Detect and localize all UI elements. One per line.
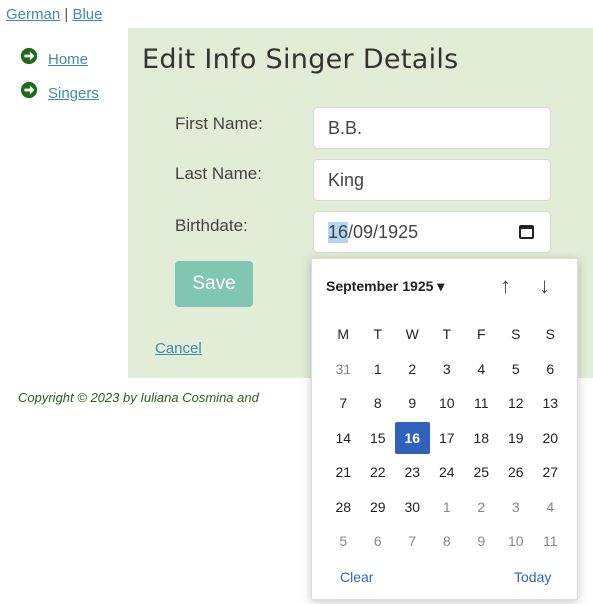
day-cell[interactable]: 11 [464, 395, 499, 411]
day-cell[interactable]: 13 [533, 395, 568, 411]
save-button[interactable]: Save [175, 261, 253, 307]
day-cell[interactable]: 8 [361, 395, 396, 411]
day-cell[interactable]: 4 [533, 499, 568, 515]
first-name-value: B.B. [328, 117, 363, 138]
day-cell[interactable]: 19 [499, 430, 534, 446]
footer-copyright: Copyright © 2023 by Iuliana Cosmina and [18, 390, 259, 405]
day-cell[interactable]: 20 [533, 430, 568, 446]
date-picker-popup: September 1925 ▾ ↑ ↓ M T W T F S S 31 1 2 3 4 5 6 7 8 9 1… [311, 258, 578, 600]
last-name-label: Last Name: [175, 164, 262, 183]
calendar-grid: M T W T F S S 31 1 2 3 4 5 6 7 8 9 10 11 12 13 14 15 16 17 18 19 20… [326, 317, 568, 559]
day-cell[interactable]: 2 [395, 361, 430, 377]
weekday-label: T [373, 326, 383, 343]
day-cell[interactable]: 3 [499, 499, 534, 515]
day-cell[interactable]: 2 [464, 499, 499, 515]
clear-button[interactable]: Clear [340, 569, 373, 585]
language-bar: German | Blue [6, 6, 102, 23]
sidebar-item-singers[interactable]: Singers [20, 76, 120, 110]
german-link[interactable]: German [6, 6, 60, 23]
week-row: 5 6 7 8 9 10 11 [326, 524, 568, 559]
last-name-field[interactable]: King [313, 159, 551, 201]
day-cell[interactable]: 23 [395, 464, 430, 480]
last-name-value: King [328, 169, 365, 190]
weekday-label: T [442, 326, 452, 343]
weekday-header-row: MTWTFSS [326, 317, 568, 352]
weekday-label: W [405, 326, 419, 343]
arrow-circle-right-icon [20, 47, 38, 65]
day-cell[interactable]: 12 [499, 395, 534, 411]
day-cell[interactable]: 21 [326, 464, 361, 480]
day-cell[interactable]: 18 [464, 430, 499, 446]
birthdate-label: Birthdate: [175, 216, 248, 235]
day-cell[interactable]: 6 [533, 361, 568, 377]
day-cell[interactable]: 1 [430, 499, 465, 515]
selected-day-cell[interactable]: 16 [395, 421, 430, 454]
page-title: Edit Info Singer Details [142, 44, 459, 75]
day-cell[interactable]: 10 [430, 395, 465, 411]
sidebar-item-singers-label[interactable]: Singers [48, 85, 99, 102]
week-row: 7 8 9 10 11 12 13 [326, 386, 568, 421]
today-button[interactable]: Today [514, 569, 551, 585]
calendar-icon[interactable] [519, 225, 534, 239]
sidebar-item-home-label[interactable]: Home [48, 51, 88, 68]
day-cell[interactable]: 22 [361, 464, 396, 480]
weekday-label: M [337, 326, 350, 343]
day-cell[interactable]: 9 [464, 533, 499, 549]
day-cell[interactable]: 24 [430, 464, 465, 480]
day-cell[interactable]: 17 [430, 430, 465, 446]
birthdate-rest: /09/1925 [348, 221, 419, 242]
day-cell[interactable]: 9 [395, 395, 430, 411]
day-cell[interactable]: 11 [533, 533, 568, 549]
cancel-link[interactable]: Cancel [155, 340, 202, 357]
day-cell[interactable]: 8 [430, 533, 465, 549]
weekday-label: S [511, 326, 521, 343]
birthdate-field[interactable]: 16/09/1925 [313, 211, 551, 253]
weekday-label: S [545, 326, 555, 343]
sidebar: Home Singers [20, 42, 120, 110]
day-cell[interactable]: 29 [361, 499, 396, 515]
day-cell[interactable]: 6 [361, 533, 396, 549]
separator: | [64, 6, 69, 23]
week-row: 31 1 2 3 4 5 6 [326, 352, 568, 387]
previous-month-arrow-icon[interactable]: ↑ [500, 273, 511, 299]
month-year-dropdown[interactable]: September 1925 ▾ [326, 278, 444, 295]
day-cell[interactable]: 26 [499, 464, 534, 480]
first-name-label: First Name: [175, 114, 263, 133]
arrow-circle-right-icon [20, 81, 38, 99]
day-cell[interactable]: 7 [395, 533, 430, 549]
blue-theme-link[interactable]: Blue [72, 6, 102, 23]
day-cell[interactable]: 31 [326, 361, 361, 377]
week-row: 14 15 16 17 18 19 20 [326, 421, 568, 456]
day-cell[interactable]: 4 [464, 361, 499, 377]
day-cell[interactable]: 27 [533, 464, 568, 480]
day-cell[interactable]: 15 [361, 430, 396, 446]
week-row: 21 22 23 24 25 26 27 [326, 455, 568, 490]
day-cell[interactable]: 5 [499, 361, 534, 377]
day-cell[interactable]: 25 [464, 464, 499, 480]
day-cell[interactable]: 7 [326, 395, 361, 411]
day-cell[interactable]: 5 [326, 533, 361, 549]
first-name-field[interactable]: B.B. [313, 107, 551, 149]
day-cell[interactable]: 14 [326, 430, 361, 446]
day-cell[interactable]: 3 [430, 361, 465, 377]
day-cell[interactable]: 28 [326, 499, 361, 515]
day-cell[interactable]: 10 [499, 533, 534, 549]
next-month-arrow-icon[interactable]: ↓ [539, 273, 550, 299]
birthdate-day-segment[interactable]: 16 [328, 221, 349, 243]
sidebar-item-home[interactable]: Home [20, 42, 120, 76]
week-row: 28 29 30 1 2 3 4 [326, 490, 568, 525]
weekday-label: F [476, 326, 486, 343]
day-cell[interactable]: 1 [361, 361, 396, 377]
day-cell[interactable]: 30 [395, 499, 430, 515]
